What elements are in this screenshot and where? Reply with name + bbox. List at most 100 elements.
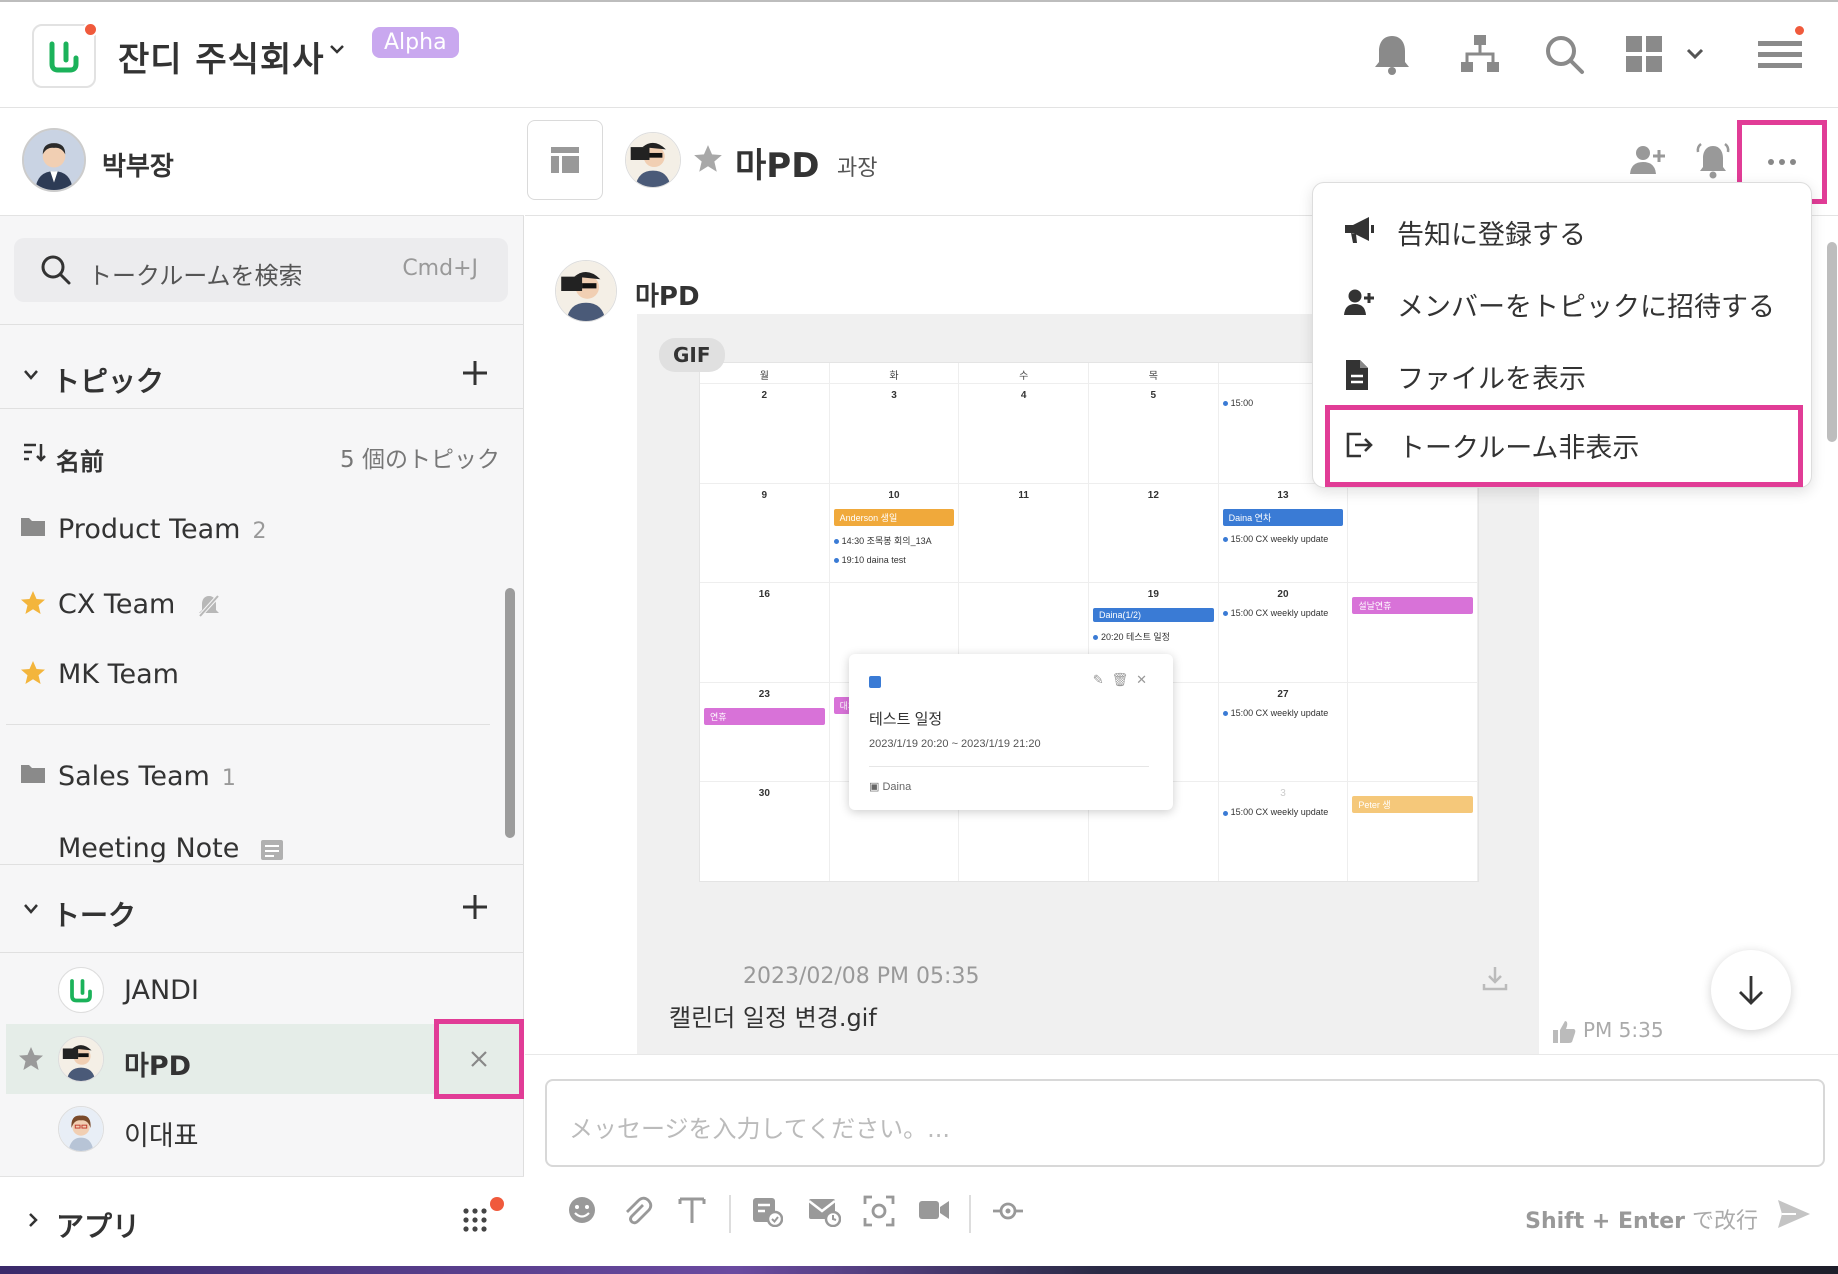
send-icon[interactable]	[1776, 1197, 1812, 1231]
newline-hint: Shift + Enter で改行	[1525, 1203, 1758, 1235]
add-member-icon[interactable]	[1629, 142, 1665, 178]
chevron-down-icon[interactable]	[328, 42, 346, 56]
topics-section-header[interactable]: トピック	[0, 338, 524, 418]
calendar-day-number: 16	[758, 589, 770, 601]
event-dot	[833, 557, 839, 563]
video-call-icon[interactable]	[917, 1195, 951, 1225]
add-topic-icon[interactable]	[460, 358, 490, 388]
calendar-day-number: 19	[1147, 589, 1159, 601]
event-text: 15:00 CX weekly update	[1230, 608, 1329, 619]
hamburger-menu-icon[interactable]	[1756, 24, 1806, 78]
chat-scrollbar[interactable]	[1827, 242, 1837, 442]
topic-folder-sales-team[interactable]: Sales Team 1	[0, 744, 500, 810]
user-profile[interactable]: 박부장	[0, 108, 524, 216]
topic-label: Product Team	[58, 514, 241, 545]
event-text: 19:10 daina test	[841, 554, 906, 565]
attachment-filename[interactable]: 캘린더 일정 변경.gif	[669, 998, 877, 1033]
calendar-cell: 3 15:00 CX weekly update	[1218, 781, 1349, 881]
apps-grid-icon[interactable]	[1624, 30, 1710, 78]
company-name[interactable]: 잔디 주식회사	[118, 32, 325, 81]
calendar-day-number: 4	[1020, 390, 1027, 401]
chevron-down-icon[interactable]	[22, 368, 40, 382]
talk-label: JANDI	[124, 975, 199, 1006]
bell-icon[interactable]	[1368, 30, 1416, 78]
menu-item-register-announcement[interactable]: 告知に登録する	[1313, 193, 1813, 265]
event-text: 15:00 CX weekly update	[1230, 807, 1329, 818]
event-text: 14:30 조목봉 회의_13A	[841, 535, 932, 546]
hint-text: で改行	[1685, 1209, 1758, 1234]
star-icon[interactable]	[20, 660, 46, 686]
calendar-event-bar: 설날연휴	[1352, 597, 1473, 615]
star-icon[interactable]	[18, 1046, 44, 1072]
talk-item-jandi[interactable]: JANDI	[6, 955, 522, 1025]
calendar-weekday: 목	[1089, 363, 1219, 383]
avatar[interactable]	[625, 132, 681, 188]
calendar-event: 15:00 CX weekly update	[1222, 608, 1344, 619]
screen-capture-icon[interactable]	[863, 1195, 895, 1227]
star-icon[interactable]	[20, 590, 46, 616]
calendar-cell: 12	[1089, 482, 1219, 583]
attachment-date: 2023/02/08 PM 05:35	[743, 964, 980, 989]
message-sender[interactable]: 마PD	[635, 276, 700, 313]
menu-item-invite-members[interactable]: メンバーをトピックに招待する	[1313, 265, 1813, 337]
event-owner: Daina	[882, 781, 912, 793]
apps-title: アプリ	[56, 1210, 141, 1243]
attach-icon[interactable]	[621, 1195, 653, 1227]
thumbs-up-icon[interactable]	[1551, 1019, 1577, 1045]
message-input[interactable]: メッセージを入力してください。...	[545, 1079, 1825, 1167]
topic-label: Meeting Note	[58, 833, 240, 864]
todo-icon[interactable]	[751, 1195, 783, 1227]
popup-tools: ✎🗑✕	[1092, 672, 1155, 687]
chevron-down-icon[interactable]	[22, 902, 40, 916]
layout-toggle-button[interactable]	[527, 120, 603, 200]
notification-dot	[1793, 24, 1806, 37]
talk-item-ceo[interactable]: 이대표	[6, 1094, 522, 1164]
star-icon[interactable]	[693, 144, 723, 174]
calendar-event: 15:00 CX weekly update	[1222, 807, 1344, 818]
event-dot	[1222, 611, 1228, 617]
talks-section-header[interactable]: トーク	[0, 872, 524, 952]
calendar-cell: 30	[700, 781, 830, 881]
scroll-to-bottom-button[interactable]	[1711, 950, 1791, 1030]
event-text: 20:20 테스트 일정	[1101, 632, 1170, 643]
avatar[interactable]	[555, 260, 617, 322]
add-talk-icon[interactable]	[460, 892, 490, 922]
topic-meeting-note[interactable]: Meeting Note	[0, 816, 500, 868]
topic-count: 5 個のトピック	[340, 447, 500, 473]
event-dot	[1222, 401, 1228, 407]
calendar-cell: 9	[700, 482, 830, 583]
connect-icon[interactable]	[991, 1195, 1025, 1227]
hint-key: Shift + Enter	[1525, 1209, 1685, 1234]
talks-title: トーク	[52, 899, 137, 932]
menu-item-label: メンバーをトピックに招待する	[1397, 292, 1775, 323]
menu-item-view-files[interactable]: ファイルを表示	[1313, 337, 1813, 409]
apps-grid-icon[interactable]	[462, 1207, 488, 1233]
scheduled-message-icon[interactable]	[807, 1195, 841, 1227]
topic-sort-row[interactable]: 名前 5 個のトピック	[0, 418, 524, 488]
download-icon[interactable]	[1481, 964, 1509, 992]
calendar-day-number: 20	[1277, 589, 1289, 601]
profile-name: 박부장	[102, 152, 174, 182]
event-dot	[1222, 710, 1228, 716]
topic-count-badge: 2	[252, 519, 267, 544]
calendar-day-number: 12	[1147, 489, 1159, 501]
topic-mk-team[interactable]: MK Team	[0, 642, 500, 708]
text-format-icon[interactable]	[677, 1195, 707, 1225]
apps-section[interactable]: アプリ	[0, 1176, 524, 1266]
sidebar: 박부장 トークルームを検索 Cmd+J トピック 名前 5 個のトピック Pro…	[0, 108, 524, 1274]
jandi-logo[interactable]	[32, 22, 98, 88]
search-icon[interactable]	[1540, 30, 1588, 78]
top-bar: 잔디 주식회사 Alpha	[0, 0, 1838, 108]
calendar-cell: 설날연휴	[1348, 582, 1478, 682]
search-shortcut: Cmd+J	[402, 256, 478, 281]
hide-talk-close-button[interactable]	[434, 1019, 524, 1099]
menu-item-hide-talkroom[interactable]: トークルーム非表示	[1325, 405, 1803, 487]
chevron-right-icon[interactable]	[26, 1211, 40, 1229]
emoji-icon[interactable]	[567, 1195, 597, 1225]
org-chart-icon[interactable]	[1456, 30, 1504, 78]
topic-folder-product-team[interactable]: Product Team 2	[0, 497, 500, 563]
talkroom-search[interactable]: トークルームを検索 Cmd+J	[14, 238, 508, 302]
sidebar-scrollbar[interactable]	[505, 588, 515, 838]
notification-bell-icon[interactable]	[1695, 142, 1731, 180]
topic-cx-team[interactable]: CX Team	[0, 572, 500, 638]
